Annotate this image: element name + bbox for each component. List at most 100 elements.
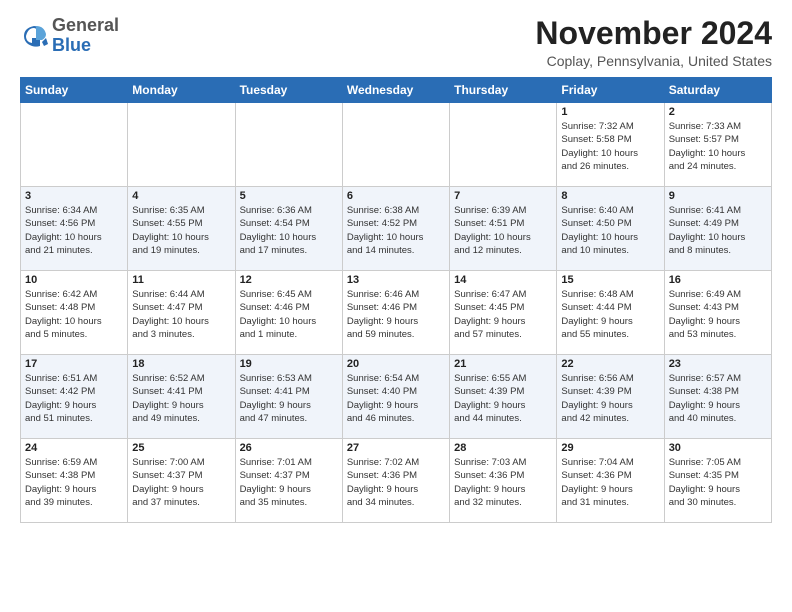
calendar-body: 1 Sunrise: 7:32 AM Sunset: 5:58 PM Daylig… [21,103,772,523]
day-number: 12 [240,274,338,286]
day-cell: 17Sunrise: 6:51 AM Sunset: 4:42 PM Dayli… [21,355,128,439]
subtitle: Coplay, Pennsylvania, United States [535,53,772,69]
day-info: Sunrise: 7:33 AM Sunset: 5:57 PM Dayligh… [669,120,767,173]
day-cell: 16 Sunrise: 6:49 AM Sunset: 4:43 PM Dayli… [664,271,771,355]
day-cell: 19 Sunrise: 6:53 AM Sunset: 4:41 PM Dayli… [235,355,342,439]
day-info: Sunrise: 7:32 AM Sunset: 5:58 PM Dayligh… [561,120,659,173]
day-cell: 24Sunrise: 6:59 AM Sunset: 4:38 PM Dayli… [21,439,128,523]
week-row-3: 10Sunrise: 6:42 AM Sunset: 4:48 PM Dayli… [21,271,772,355]
day-info: Sunrise: 6:45 AM Sunset: 4:46 PM Dayligh… [240,288,338,341]
col-tuesday: Tuesday [235,78,342,103]
day-cell: 9 Sunrise: 6:41 AM Sunset: 4:49 PM Daylig… [664,187,771,271]
day-cell: 6 Sunrise: 6:38 AM Sunset: 4:52 PM Daylig… [342,187,449,271]
day-cell [450,103,557,187]
day-number: 7 [454,190,552,202]
day-info: Sunrise: 6:41 AM Sunset: 4:49 PM Dayligh… [669,204,767,257]
day-cell: 27Sunrise: 7:02 AM Sunset: 4:36 PM Dayli… [342,439,449,523]
day-number: 14 [454,274,552,286]
day-cell: 2 Sunrise: 7:33 AM Sunset: 5:57 PM Daylig… [664,103,771,187]
logo: General Blue [20,16,119,56]
day-info: Sunrise: 7:03 AM Sunset: 4:36 PM Dayligh… [454,456,552,509]
col-saturday: Saturday [664,78,771,103]
day-number: 21 [454,358,552,370]
day-number: 9 [669,190,767,202]
day-cell: 30 Sunrise: 7:05 AM Sunset: 4:35 PM Dayli… [664,439,771,523]
calendar-table: Sunday Monday Tuesday Wednesday Thursday… [20,77,772,523]
day-cell: 3 Sunrise: 6:34 AM Sunset: 4:56 PM Daylig… [21,187,128,271]
day-cell [21,103,128,187]
col-sunday: Sunday [21,78,128,103]
header: General Blue November 2024 Coplay, Penns… [20,16,772,69]
day-number: 4 [132,190,230,202]
day-number: 16 [669,274,767,286]
day-info: Sunrise: 6:38 AM Sunset: 4:52 PM Dayligh… [347,204,445,257]
day-info: Sunrise: 6:48 AM Sunset: 4:44 PM Dayligh… [561,288,659,341]
day-info: Sunrise: 6:35 AM Sunset: 4:55 PM Dayligh… [132,204,230,257]
day-cell [235,103,342,187]
day-number: 26 [240,442,338,454]
day-number: 3 [25,190,123,202]
day-cell: 29 Sunrise: 7:04 AM Sunset: 4:36 PM Dayli… [557,439,664,523]
day-info: Sunrise: 7:04 AM Sunset: 4:36 PM Dayligh… [561,456,659,509]
day-number: 30 [669,442,767,454]
month-title: November 2024 [535,16,772,51]
day-cell: 22 Sunrise: 6:56 AM Sunset: 4:39 PM Dayli… [557,355,664,439]
week-row-1: 1 Sunrise: 7:32 AM Sunset: 5:58 PM Daylig… [21,103,772,187]
logo-general: General [52,15,119,35]
day-info: Sunrise: 6:56 AM Sunset: 4:39 PM Dayligh… [561,372,659,425]
day-info: Sunrise: 6:46 AM Sunset: 4:46 PM Dayligh… [347,288,445,341]
day-info: Sunrise: 6:34 AM Sunset: 4:56 PM Dayligh… [25,204,123,257]
page: General Blue November 2024 Coplay, Penns… [0,0,792,533]
day-info: Sunrise: 6:49 AM Sunset: 4:43 PM Dayligh… [669,288,767,341]
day-cell: 12 Sunrise: 6:45 AM Sunset: 4:46 PM Dayli… [235,271,342,355]
day-cell: 18 Sunrise: 6:52 AM Sunset: 4:41 PM Dayli… [128,355,235,439]
day-cell: 4 Sunrise: 6:35 AM Sunset: 4:55 PM Daylig… [128,187,235,271]
day-info: Sunrise: 6:39 AM Sunset: 4:51 PM Dayligh… [454,204,552,257]
day-number: 8 [561,190,659,202]
day-number: 20 [347,358,445,370]
day-number: 5 [240,190,338,202]
title-area: November 2024 Coplay, Pennsylvania, Unit… [535,16,772,69]
day-cell: 13 Sunrise: 6:46 AM Sunset: 4:46 PM Dayli… [342,271,449,355]
day-number: 15 [561,274,659,286]
week-row-5: 24Sunrise: 6:59 AM Sunset: 4:38 PM Dayli… [21,439,772,523]
day-number: 23 [669,358,767,370]
day-number: 2 [669,106,767,118]
day-info: Sunrise: 6:44 AM Sunset: 4:47 PM Dayligh… [132,288,230,341]
calendar-header: Sunday Monday Tuesday Wednesday Thursday… [21,78,772,103]
day-info: Sunrise: 6:40 AM Sunset: 4:50 PM Dayligh… [561,204,659,257]
logo-text: General Blue [52,16,119,56]
logo-icon [20,22,48,50]
week-row-2: 3 Sunrise: 6:34 AM Sunset: 4:56 PM Daylig… [21,187,772,271]
day-number: 22 [561,358,659,370]
day-number: 24 [25,442,123,454]
day-number: 1 [561,106,659,118]
day-info: Sunrise: 6:52 AM Sunset: 4:41 PM Dayligh… [132,372,230,425]
logo-blue: Blue [52,35,91,55]
day-number: 27 [347,442,445,454]
day-info: Sunrise: 6:55 AM Sunset: 4:39 PM Dayligh… [454,372,552,425]
day-number: 17 [25,358,123,370]
day-number: 19 [240,358,338,370]
day-number: 29 [561,442,659,454]
day-cell: 21 Sunrise: 6:55 AM Sunset: 4:39 PM Dayli… [450,355,557,439]
col-thursday: Thursday [450,78,557,103]
day-cell: 1 Sunrise: 7:32 AM Sunset: 5:58 PM Daylig… [557,103,664,187]
day-number: 6 [347,190,445,202]
day-number: 28 [454,442,552,454]
day-number: 13 [347,274,445,286]
day-info: Sunrise: 6:53 AM Sunset: 4:41 PM Dayligh… [240,372,338,425]
day-info: Sunrise: 7:05 AM Sunset: 4:35 PM Dayligh… [669,456,767,509]
col-wednesday: Wednesday [342,78,449,103]
day-cell: 15 Sunrise: 6:48 AM Sunset: 4:44 PM Dayli… [557,271,664,355]
day-cell: 28 Sunrise: 7:03 AM Sunset: 4:36 PM Dayli… [450,439,557,523]
day-cell: 5Sunrise: 6:36 AM Sunset: 4:54 PM Daylig… [235,187,342,271]
day-number: 10 [25,274,123,286]
day-info: Sunrise: 7:01 AM Sunset: 4:37 PM Dayligh… [240,456,338,509]
header-row: Sunday Monday Tuesday Wednesday Thursday… [21,78,772,103]
day-info: Sunrise: 6:57 AM Sunset: 4:38 PM Dayligh… [669,372,767,425]
day-number: 18 [132,358,230,370]
week-row-4: 17Sunrise: 6:51 AM Sunset: 4:42 PM Dayli… [21,355,772,439]
day-cell [342,103,449,187]
col-friday: Friday [557,78,664,103]
